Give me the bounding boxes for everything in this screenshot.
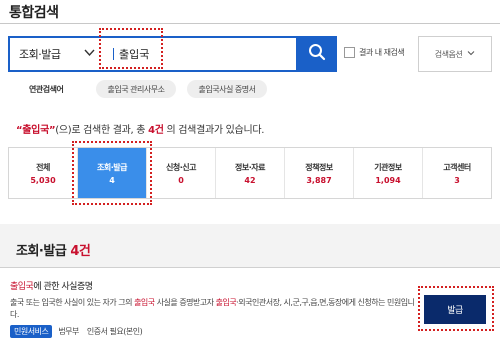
tab-label: 전체 <box>36 162 50 172</box>
section-title: 조회·발급 4건 <box>16 240 91 259</box>
search-options-label: 검색옵션 <box>434 49 463 59</box>
rescan-label: 결과 내 재검색 <box>359 48 405 57</box>
search-button[interactable] <box>296 36 337 72</box>
result-title-keyword: 출입국 <box>10 282 34 292</box>
result-requirement: 인증서 필요(본인) <box>86 327 143 336</box>
highlight-box-issue-button <box>418 286 494 331</box>
section-title-text: 조회·발급 <box>16 244 67 259</box>
search-icon <box>308 43 326 65</box>
chevron-down-icon <box>84 47 95 61</box>
tab-policy-info[interactable]: 정책정보 3,887 <box>285 148 354 198</box>
highlight-box-search-input <box>99 28 163 69</box>
summary-text: (으)로 검색한 결과, 총 <box>55 125 149 136</box>
checkbox-icon <box>344 47 355 58</box>
result-meta: 민원서비스 법무부 인증서 필요(본인) <box>10 325 150 338</box>
tab-agency-info[interactable]: 기관정보 1,094 <box>354 148 423 198</box>
title-divider <box>0 23 500 24</box>
chevron-down-icon <box>467 49 475 59</box>
tab-all[interactable]: 전체 5,030 <box>9 148 78 198</box>
related-keyword-chip[interactable]: 출입국사실 증명서 <box>187 80 267 98</box>
result-summary: “출입국”(으)로 검색한 결과, 총 4건 의 검색결과가 있습니다. <box>16 121 264 136</box>
result-desc-text: 사실을 증명받고자 <box>154 298 216 307</box>
summary-count: 4건 <box>148 125 164 136</box>
tab-count: 42 <box>244 175 256 185</box>
result-desc-keyword: 출입국 <box>134 298 155 307</box>
tab-count: 3 <box>454 175 460 185</box>
tab-count: 3,887 <box>306 175 332 185</box>
result-desc-text: 출국 또는 입국한 사실이 있는 자가 그의 <box>10 298 135 307</box>
rescan-checkbox[interactable]: 결과 내 재검색 <box>344 47 405 58</box>
search-bar: 조회·발급 출입국 <box>8 36 337 72</box>
result-title-link[interactable]: 출입국에 관한 사실증명 <box>10 279 93 292</box>
tab-count: 0 <box>178 175 184 185</box>
result-description: 출국 또는 입국한 사실이 있는 자가 그의 출입국 사실을 증명받고자 출입국… <box>10 297 420 321</box>
result-desc-keyword: 출입국 <box>215 298 237 307</box>
result-title-text: 에 관한 사실증명 <box>33 282 93 292</box>
summary-keyword: 출입국 <box>22 125 49 136</box>
tab-label: 신청·신고 <box>166 162 196 172</box>
tab-label: 고객센터 <box>443 162 471 172</box>
highlight-box-active-tab <box>72 141 152 205</box>
related-keyword-chip[interactable]: 출입국 관리사무소 <box>96 80 176 98</box>
service-tag: 민원서비스 <box>10 325 53 338</box>
tab-customer-center[interactable]: 고객센터 3 <box>423 148 491 198</box>
tab-application-report[interactable]: 신청·신고 0 <box>147 148 216 198</box>
tab-label: 정보·자료 <box>235 162 265 172</box>
summary-text: 의 검색결과가 있습니다. <box>163 125 265 136</box>
tab-count: 5,030 <box>30 175 56 185</box>
result-org: 법무부 <box>58 327 79 336</box>
category-select[interactable]: 조회·발급 <box>10 38 102 70</box>
tab-info-data[interactable]: 정보·자료 42 <box>216 148 285 198</box>
search-options-button[interactable]: 검색옵션 <box>418 36 492 72</box>
tab-label: 정책정보 <box>305 162 333 172</box>
category-select-value: 조회·발급 <box>19 48 61 61</box>
section-count: 4건 <box>70 244 91 259</box>
related-keywords-label: 연관검색어 <box>29 85 64 94</box>
page-title: 통합검색 <box>9 5 59 21</box>
tab-count: 1,094 <box>375 175 401 185</box>
tab-label: 기관정보 <box>374 162 402 172</box>
